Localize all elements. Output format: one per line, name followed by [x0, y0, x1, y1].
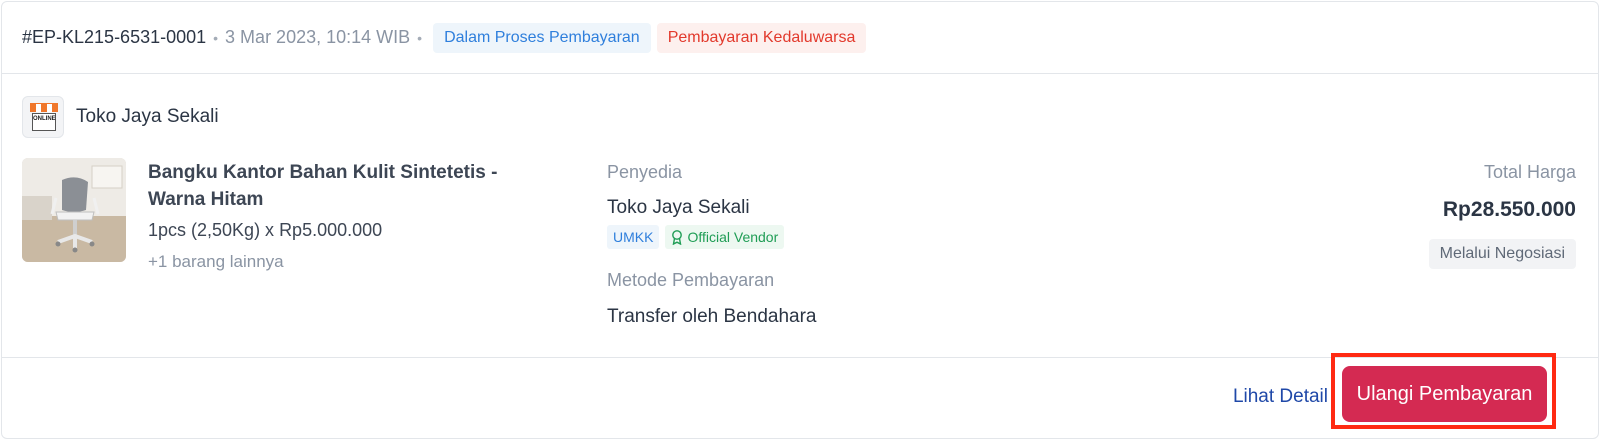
- order-id: #EP-KL215-6531-0001: [22, 27, 207, 47]
- payment-method-label: Metode Pembayaran: [607, 270, 775, 290]
- order-header: #EP-KL215-6531-0001 • 3 Mar 2023, 10:14 …: [2, 2, 1598, 74]
- view-detail-link[interactable]: Lihat Detail: [1233, 386, 1328, 408]
- provider-name: Toko Jaya Sekali: [607, 197, 750, 218]
- provider-column: Penyedia Toko Jaya Sekali UMKK Official …: [607, 162, 816, 328]
- official-vendor-tag: Official Vendor: [665, 225, 785, 249]
- store-name: Toko Jaya Sekali: [76, 106, 219, 127]
- product-quantity-price: 1pcs (2,50Kg) x Rp5.000.000: [148, 220, 383, 240]
- provider-tags: UMKK Official Vendor: [607, 225, 816, 249]
- product-name[interactable]: Bangku Kantor Bahan Kulit Sintetetis - W…: [148, 159, 548, 213]
- total-price-value: Rp28.550.000: [1442, 198, 1576, 221]
- store-row: ONLINE Toko Jaya Sekali: [22, 96, 219, 138]
- umkk-tag: UMKK: [607, 225, 660, 249]
- online-shop-icon: ONLINE: [22, 96, 64, 138]
- product-info: Bangku Kantor Bahan Kulit Sintetetis - W…: [148, 159, 548, 272]
- separator-dot: •: [417, 29, 423, 46]
- status-badge-in-payment: Dalam Proses Pembayaran: [433, 22, 651, 53]
- payment-method-value: Transfer oleh Bendahara: [607, 306, 817, 327]
- status-badge-expired: Pembayaran Kedaluwarsa: [656, 22, 867, 53]
- separator-dot: •: [213, 29, 219, 46]
- retry-payment-button[interactable]: Ulangi Pembayaran: [1342, 366, 1547, 422]
- negotiation-badge: Melalui Negosiasi: [1428, 239, 1576, 269]
- more-items-text: +1 barang lainnya: [148, 252, 284, 271]
- total-price-label: Total Harga: [1483, 162, 1576, 182]
- award-icon: [672, 229, 683, 245]
- order-date: 3 Mar 2023, 10:14 WIB: [225, 27, 411, 47]
- provider-label: Penyedia: [607, 162, 683, 182]
- product-image: [22, 158, 126, 262]
- official-vendor-label: Official Vendor: [687, 229, 779, 245]
- total-column: Total Harga Rp28.550.000 Melalui Negosia…: [1428, 162, 1576, 269]
- store-logo-label: ONLINE: [32, 113, 56, 131]
- office-chair-image: [22, 158, 126, 262]
